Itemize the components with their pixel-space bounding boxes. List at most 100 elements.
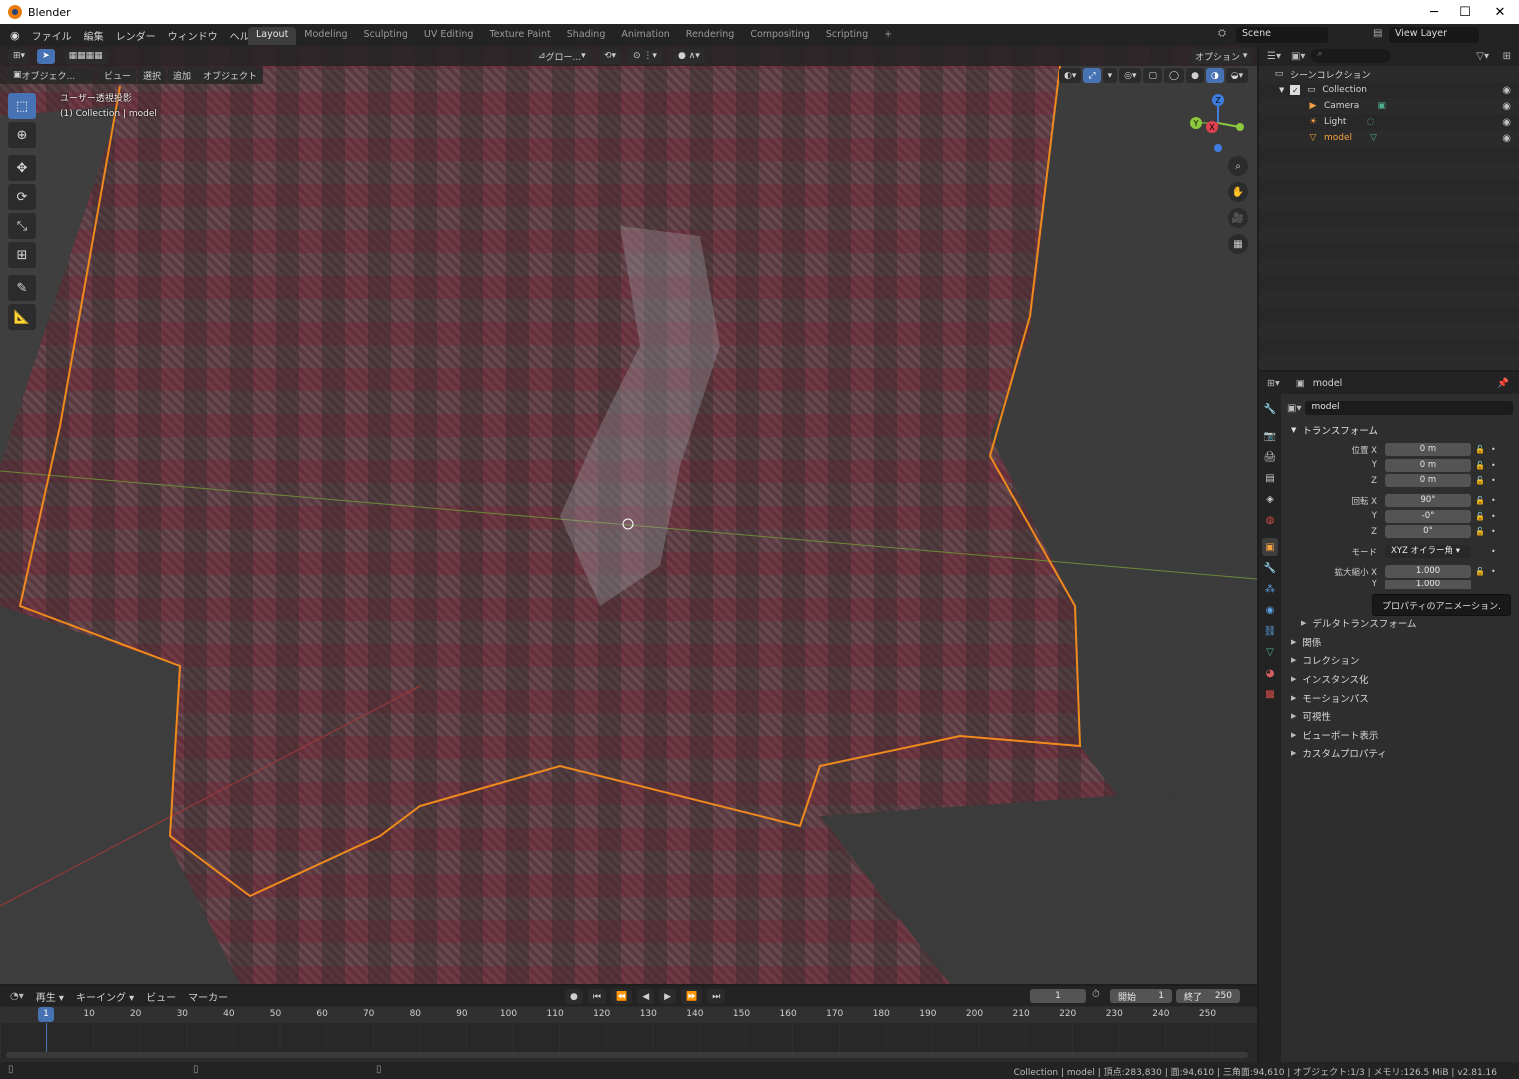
measure-icon[interactable]: 📐 bbox=[8, 304, 36, 330]
menu-edit[interactable]: 編集 bbox=[78, 28, 110, 43]
outliner-item-collection[interactable]: ▼ ✓ ▭ Collection ◉ bbox=[1259, 82, 1519, 98]
cursor-icon[interactable]: ⊕ bbox=[8, 122, 36, 148]
grid-ortho-icon[interactable]: ▦ bbox=[1228, 234, 1248, 254]
transform-icon[interactable]: ⊞ bbox=[8, 242, 36, 268]
custom-properties-panel[interactable]: ▶ カスタムプロパティ bbox=[1281, 744, 1519, 763]
orientation-dropdown[interactable]: ⊿ グロー... ▾ bbox=[533, 48, 591, 64]
outliner-scene-collection[interactable]: ▭ シーンコレクション bbox=[1259, 66, 1519, 82]
3d-viewport[interactable]: ⊞▾ ➤ ▦▦▦▦ ⊿ グロー... ▾ ⟲▾ ⊙ ⋮▾ ● ∧▾ オプション … bbox=[0, 46, 1257, 984]
play-reverse-icon[interactable]: ◀ bbox=[637, 989, 655, 1004]
location-x-field[interactable]: 0 m bbox=[1385, 443, 1471, 456]
particles-tab-icon[interactable]: ⁂ bbox=[1262, 580, 1278, 598]
keyframe-dot-icon[interactable]: • bbox=[1491, 527, 1496, 536]
pan-hand-icon[interactable]: ✋ bbox=[1228, 182, 1248, 202]
scene-field[interactable]: Scene bbox=[1236, 27, 1328, 43]
current-frame-field[interactable]: 1 bbox=[1030, 989, 1086, 1003]
rotation-x-field[interactable]: 90° bbox=[1385, 494, 1471, 507]
tab-uv-editing[interactable]: UV Editing bbox=[416, 27, 482, 45]
keyframe-dot-icon[interactable]: • bbox=[1491, 461, 1496, 470]
new-collection-icon[interactable]: ⊞ bbox=[1503, 51, 1511, 62]
object-name-input[interactable]: model bbox=[1305, 401, 1513, 415]
menu-select[interactable]: 選択 bbox=[138, 67, 167, 83]
rendered-shading-icon[interactable]: ◒▾ bbox=[1225, 68, 1249, 83]
instancing-panel[interactable]: ▶ インスタンス化 bbox=[1281, 670, 1519, 689]
annotate-icon[interactable]: ✎ bbox=[8, 275, 36, 301]
scale-y-field[interactable]: 1.000 bbox=[1385, 579, 1471, 589]
physics-tab-icon[interactable]: ◉ bbox=[1262, 601, 1278, 619]
mesh-data-icon[interactable]: ▽ bbox=[1370, 133, 1377, 143]
eye-icon[interactable]: ◉ bbox=[1502, 117, 1511, 128]
scale-x-field[interactable]: 1.000 bbox=[1385, 565, 1471, 578]
navigation-gizmo[interactable]: Z Y X bbox=[1188, 93, 1248, 153]
motion-paths-panel[interactable]: ▶ モーションパス bbox=[1281, 688, 1519, 707]
select-box-mode-icon[interactable]: ▦▦▦▦ bbox=[63, 48, 108, 64]
rotate-icon[interactable]: ⟳ bbox=[8, 184, 36, 210]
menu-window[interactable]: ウィンドウ bbox=[162, 28, 224, 43]
blender-menu-icon[interactable]: ◉ bbox=[0, 29, 26, 42]
rotation-z-field[interactable]: 0° bbox=[1385, 525, 1471, 538]
timeline-ruler[interactable]: 1 10 20 30 40 50 60 70 80 90 100 110 120 130 140 150 160… bbox=[0, 1007, 1257, 1023]
gizmo-dropdown-icon[interactable]: ▾ bbox=[1102, 68, 1118, 83]
filter-icon[interactable]: ▽▾ bbox=[1476, 51, 1489, 62]
lock-icon[interactable]: 🔓 bbox=[1475, 512, 1489, 521]
marker-menu[interactable]: マーカー bbox=[182, 989, 234, 1004]
start-frame-field[interactable]: 開始 1 bbox=[1110, 989, 1172, 1003]
tab-animation[interactable]: Animation bbox=[613, 27, 677, 45]
pin-icon[interactable]: 📌 bbox=[1497, 378, 1509, 389]
location-z-field[interactable]: 0 m bbox=[1385, 474, 1471, 487]
delta-transform-panel[interactable]: ▶ デルタトランスフォーム bbox=[1281, 614, 1519, 633]
view-layer-field[interactable]: View Layer bbox=[1389, 27, 1479, 43]
lock-icon[interactable]: 🔓 bbox=[1475, 527, 1489, 536]
wireframe-shading-icon[interactable]: ◯ bbox=[1164, 68, 1185, 83]
material-tab-icon[interactable]: ◕ bbox=[1262, 664, 1278, 682]
select-box-icon[interactable]: ⬚ bbox=[8, 93, 36, 119]
timeline-editor-icon[interactable]: ◔▾ bbox=[10, 991, 24, 1002]
overlay-toggle-icon[interactable]: ◎▾ bbox=[1119, 68, 1142, 83]
menu-render[interactable]: レンダー bbox=[110, 28, 162, 43]
lock-icon[interactable]: 🔓 bbox=[1475, 496, 1489, 505]
world-tab-icon[interactable]: ◍ bbox=[1262, 511, 1278, 529]
object-tab-icon[interactable]: ▣ bbox=[1262, 538, 1278, 556]
xray-icon[interactable]: ▢ bbox=[1143, 68, 1162, 83]
lock-icon[interactable]: 🔓 bbox=[1475, 461, 1489, 470]
next-keyframe-icon[interactable]: ⏩ bbox=[681, 989, 703, 1004]
select-mode-icon[interactable]: ➤ bbox=[37, 48, 55, 64]
jump-start-icon[interactable]: ⏮ bbox=[587, 989, 606, 1004]
expand-arrow-icon[interactable]: ▼ bbox=[1279, 86, 1284, 94]
scene-tab-icon[interactable]: ◈ bbox=[1262, 490, 1278, 508]
keyframe-dot-icon[interactable]: • bbox=[1491, 547, 1496, 556]
jump-end-icon[interactable]: ⏭ bbox=[707, 989, 726, 1004]
outliner-item-light[interactable]: ☀ Light ◌ ◉ bbox=[1259, 114, 1519, 130]
clock-icon[interactable]: ⏱ bbox=[1092, 989, 1100, 1000]
object-datablock-icon[interactable]: ▣▾ bbox=[1287, 403, 1301, 414]
keyframe-dot-icon[interactable]: • bbox=[1491, 476, 1496, 485]
tab-shading[interactable]: Shading bbox=[559, 27, 614, 45]
options-dropdown[interactable]: オプション ▾ bbox=[1190, 48, 1253, 64]
move-icon[interactable]: ✥ bbox=[8, 155, 36, 181]
tab-sculpting[interactable]: Sculpting bbox=[356, 27, 416, 45]
outliner-editor-icon[interactable]: ☰▾ bbox=[1267, 51, 1281, 62]
eye-icon[interactable]: ◉ bbox=[1502, 101, 1511, 112]
relations-panel[interactable]: ▶ 関係 bbox=[1281, 633, 1519, 652]
lock-icon[interactable]: 🔓 bbox=[1475, 567, 1489, 576]
keyframe-dot-icon[interactable]: • bbox=[1491, 496, 1496, 505]
playback-menu[interactable]: 再生 ▾ bbox=[30, 989, 70, 1004]
lock-icon[interactable]: 🔓 bbox=[1475, 476, 1489, 485]
outliner-item-model[interactable]: ▽ model ▽ ◉ bbox=[1259, 130, 1519, 146]
pivot-icon[interactable]: ⟲▾ bbox=[599, 48, 622, 64]
snap-icon[interactable]: ⊙ ⋮▾ bbox=[628, 48, 662, 64]
visibility-icon[interactable]: ◐▾ bbox=[1059, 68, 1082, 83]
location-y-field[interactable]: 0 m bbox=[1385, 458, 1471, 472]
keying-menu[interactable]: キーイング ▾ bbox=[70, 989, 140, 1004]
constraints-tab-icon[interactable]: ⛓ bbox=[1262, 622, 1278, 640]
editor-type-icon[interactable]: ⊞▾ bbox=[8, 48, 31, 64]
camera-data-icon[interactable]: ▣ bbox=[1377, 101, 1386, 111]
properties-editor-icon[interactable]: ⊞▾ bbox=[1267, 378, 1280, 389]
collections-panel[interactable]: ▶ コレクション bbox=[1281, 651, 1519, 670]
lock-icon[interactable]: 🔓 bbox=[1475, 445, 1489, 454]
tab-modeling[interactable]: Modeling bbox=[296, 27, 355, 45]
light-data-icon[interactable]: ◌ bbox=[1366, 117, 1374, 127]
close-button[interactable]: ✕ bbox=[1483, 0, 1517, 24]
end-frame-field[interactable]: 終了 250 bbox=[1176, 989, 1240, 1003]
visibility-panel[interactable]: ▶ 可視性 bbox=[1281, 707, 1519, 726]
